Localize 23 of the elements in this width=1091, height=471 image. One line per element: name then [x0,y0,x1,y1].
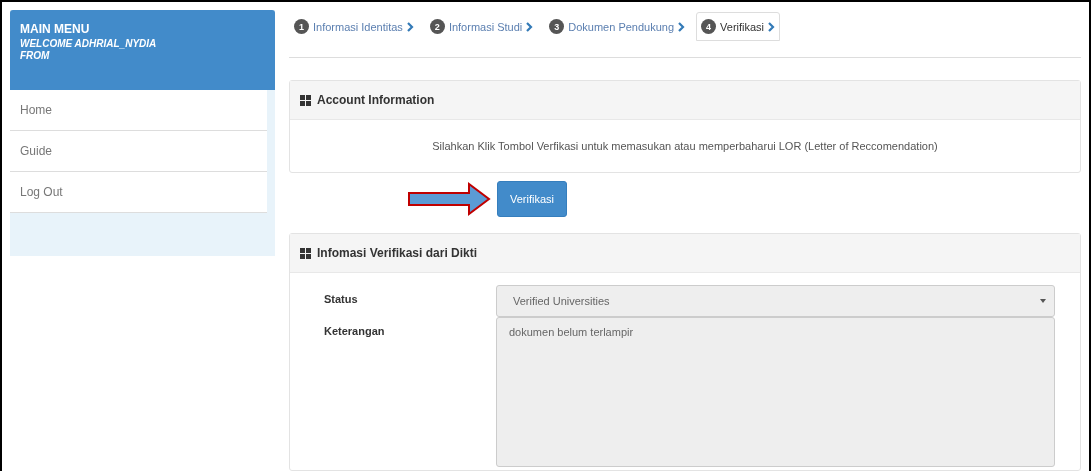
caret-icon [1040,299,1046,303]
welcome-text: WELCOME ADHRIAL_NYDIA FROM [20,38,157,62]
step-tab[interactable]: 2 Informasi Studi [424,12,539,41]
verify-button[interactable]: Verifikasi [497,181,568,217]
chevron-icon [526,21,534,32]
instruction-text: Silahkan Klik Tombol Verfikasi untuk memasukan atau memperbaharui LOR (Letter of Reccomendation) [432,140,938,152]
field-label: Status [324,292,359,307]
panel-title: Infomasi Verifikasi dari Dikti [317,246,478,260]
menu-item[interactable]: Guide [10,131,267,172]
menu-title: MAIN MENU [20,22,91,36]
chevron-icon [678,21,686,32]
arrow-icon [407,182,491,216]
menu-item[interactable]: Log Out [10,172,267,213]
step-tab[interactable]: 1 Informasi Identitas [289,12,419,41]
panel-title: Account Information [317,93,435,107]
menu-item[interactable]: Home [10,90,267,131]
step-tab[interactable]: 4 Verifikasi [696,12,781,41]
grid-icon [300,247,311,259]
chevron-icon [406,21,414,32]
chevron-icon [768,21,776,32]
field-label: Keterangan [324,324,386,339]
grid-icon [300,94,311,106]
step-tab[interactable]: 3 Dokumen Pendukung [544,12,691,41]
